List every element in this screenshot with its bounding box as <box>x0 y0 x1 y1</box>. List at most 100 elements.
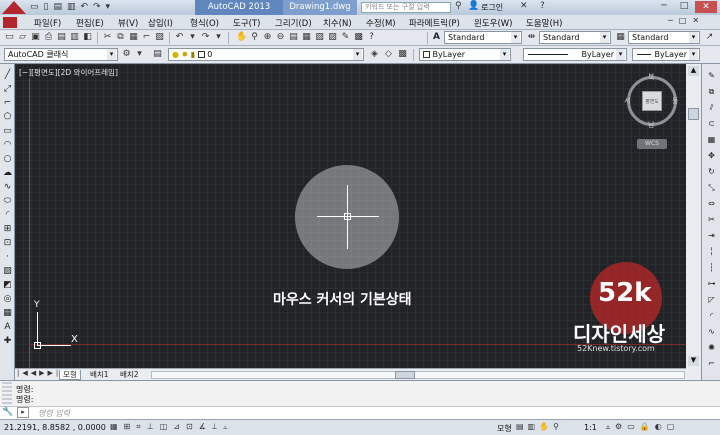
menu-modify[interactable]: 수정(M) <box>366 17 396 29</box>
model-space-toggle[interactable]: 모형 <box>497 423 512 434</box>
status-tray-icons[interactable]: ▵⚙▭🔒◐▢ <box>606 422 679 431</box>
tab-model[interactable]: 모형 <box>59 370 81 380</box>
undo-dropdown-icon[interactable]: ▾ <box>187 32 198 43</box>
revcloud-icon[interactable]: ☁ <box>2 168 13 179</box>
menu-parametric[interactable]: 파라메트릭(P) <box>409 17 460 29</box>
move-icon[interactable]: ✥ <box>706 150 717 161</box>
menu-window-controls[interactable]: ─□✕ <box>668 16 705 25</box>
layer-previous-icon[interactable]: ◇ <box>383 49 394 60</box>
wcs-menu[interactable]: WCS <box>637 139 667 149</box>
blend-curves-icon[interactable]: ∿ <box>706 326 717 337</box>
text-style-select[interactable]: Standard ▾ <box>444 31 522 44</box>
new-icon[interactable]: ▭ <box>4 32 15 43</box>
trim-icon[interactable]: ✂ <box>706 214 717 225</box>
tool-palettes-icon[interactable]: ▧ <box>314 32 325 43</box>
scroll-thumb[interactable] <box>688 108 699 120</box>
gradient-icon[interactable]: ◩ <box>2 280 13 291</box>
wrench-icon[interactable]: 🔧 <box>2 407 13 417</box>
open-icon[interactable]: ▱ <box>17 32 28 43</box>
tab-layout2[interactable]: 배치2 <box>117 370 142 380</box>
exchange-icon[interactable]: ✕ <box>520 1 528 11</box>
menu-tools[interactable]: 도구(T) <box>233 17 260 29</box>
pan-icon[interactable]: ✋ <box>236 32 247 43</box>
mtext-icon[interactable]: A <box>2 322 13 333</box>
minimize-button[interactable]: ─ <box>655 1 673 13</box>
menu-view[interactable]: 뷰(V) <box>118 17 138 29</box>
table-style-icon[interactable]: ▦ <box>615 32 626 43</box>
zoom-previous-icon[interactable]: ⊖ <box>275 32 286 43</box>
make-current-layer-icon[interactable]: ◈ <box>369 49 380 60</box>
viewcube-south[interactable]: 남 <box>648 120 654 130</box>
construction-line-icon[interactable]: ⤢ <box>2 84 13 95</box>
viewcube-west[interactable]: 서 <box>624 96 630 106</box>
command-input[interactable]: 명령 입력 <box>38 408 70 419</box>
layer-properties-icon[interactable]: ▤ <box>152 49 163 60</box>
quickcalc-icon[interactable]: ▩ <box>353 32 364 43</box>
circle-icon[interactable]: ○ <box>2 154 13 165</box>
menu-draw[interactable]: 그리기(D) <box>275 17 312 29</box>
close-button[interactable]: ✕ <box>695 1 717 13</box>
layer-select[interactable]: ● ✹ ▮ 0 ▾ <box>168 48 364 61</box>
layer-state-icon[interactable]: ▩ <box>397 49 408 60</box>
menu-edit[interactable]: 편집(E) <box>76 17 104 29</box>
scale-icon[interactable]: ⤡ <box>706 182 717 193</box>
arc-icon[interactable]: ◠ <box>2 140 13 151</box>
3d-print-icon[interactable]: ◧ <box>82 32 93 43</box>
autocad-logo-icon[interactable] <box>2 1 26 14</box>
login-link[interactable]: 로그인 <box>481 2 503 13</box>
ellipse-arc-icon[interactable]: ◜ <box>2 210 13 221</box>
erase-icon[interactable]: ✎ <box>706 70 717 81</box>
viewcube-face[interactable]: 평면도 <box>642 91 662 111</box>
match-properties-icon[interactable]: ⌐ <box>141 32 152 43</box>
make-block-icon[interactable]: ⊡ <box>2 238 13 249</box>
plot-icon[interactable]: ⎙ <box>43 32 54 43</box>
spline-icon[interactable]: ∿ <box>2 182 13 193</box>
search-input[interactable]: 키워드 또는 구절 입력 <box>361 2 451 13</box>
dim-style-select[interactable]: Standard ▾ <box>539 31 611 44</box>
menu-file[interactable]: 파일(F) <box>34 17 61 29</box>
region-icon[interactable]: ◎ <box>2 294 13 305</box>
extend-icon[interactable]: ⇥ <box>706 230 717 241</box>
workspace-lock-icon[interactable]: ▾ <box>134 49 145 60</box>
scroll-down-icon[interactable]: ▼ <box>688 356 699 366</box>
color-select[interactable]: ByLayer ▾ <box>419 48 511 61</box>
scroll-up-icon[interactable]: ▲ <box>688 66 699 76</box>
preview-icon[interactable]: ▤ <box>56 32 67 43</box>
horizontal-scrollbar[interactable] <box>151 371 685 379</box>
line-icon[interactable]: ╱ <box>2 70 13 81</box>
insert-block-icon[interactable]: ⊞ <box>2 224 13 235</box>
menu-format[interactable]: 형식(O) <box>190 17 219 29</box>
status-view-icons[interactable]: ▤▥✋⚲ <box>516 422 563 431</box>
table-style-select[interactable]: Standard ▾ <box>628 31 700 44</box>
workspace-settings-icon[interactable]: ⚙ <box>121 49 132 60</box>
explode-icon[interactable]: ✺ <box>706 342 717 353</box>
save-icon[interactable]: ▣ <box>30 32 41 43</box>
properties-icon[interactable]: ▤ <box>288 32 299 43</box>
drafting-toggles[interactable]: ▦⊞⌗⊥◫⊿⊡∡⟂⫠ <box>110 422 234 432</box>
menu-insert[interactable]: 삽입(I) <box>148 17 173 29</box>
add-selected-icon[interactable]: ✚ <box>2 336 13 347</box>
rectangle-icon[interactable]: ▭ <box>2 126 13 137</box>
zoom-realtime-icon[interactable]: ⚲ <box>249 32 260 43</box>
hatch-icon[interactable]: ▨ <box>2 266 13 277</box>
paste-icon[interactable]: ▦ <box>128 32 139 43</box>
tab-nav-icons[interactable]: |◀◀▶▶| <box>17 369 61 377</box>
break-icon[interactable]: ┆ <box>706 262 717 273</box>
viewcube-east[interactable]: 동 <box>672 96 678 106</box>
workspace-select[interactable]: AutoCAD 클래식 ▾ <box>4 48 118 61</box>
rotate-icon[interactable]: ↻ <box>706 166 717 177</box>
search-icon[interactable]: ⚲ <box>455 1 462 11</box>
hscroll-thumb[interactable] <box>395 371 415 379</box>
copy-object-icon[interactable]: ⧉ <box>706 86 717 97</box>
dim-style-icon[interactable]: ⇹ <box>526 32 537 43</box>
design-center-icon[interactable]: ▦ <box>301 32 312 43</box>
polygon-icon[interactable]: ⬠ <box>2 112 13 123</box>
menu-app-icon[interactable] <box>3 17 17 28</box>
command-handle[interactable] <box>2 382 12 408</box>
tab-layout1[interactable]: 배치1 <box>87 370 112 380</box>
sheet-set-icon[interactable]: ▨ <box>327 32 338 43</box>
drawing-canvas[interactable]: [−][평면도][2D 와이어프레임] 마우스 커서의 기본상태 평면도 북 남… <box>15 64 686 368</box>
text-style-icon[interactable]: A <box>431 32 442 43</box>
block-editor-icon[interactable]: ▨ <box>154 32 165 43</box>
lineweight-select[interactable]: ByLayer ▾ <box>632 48 700 61</box>
